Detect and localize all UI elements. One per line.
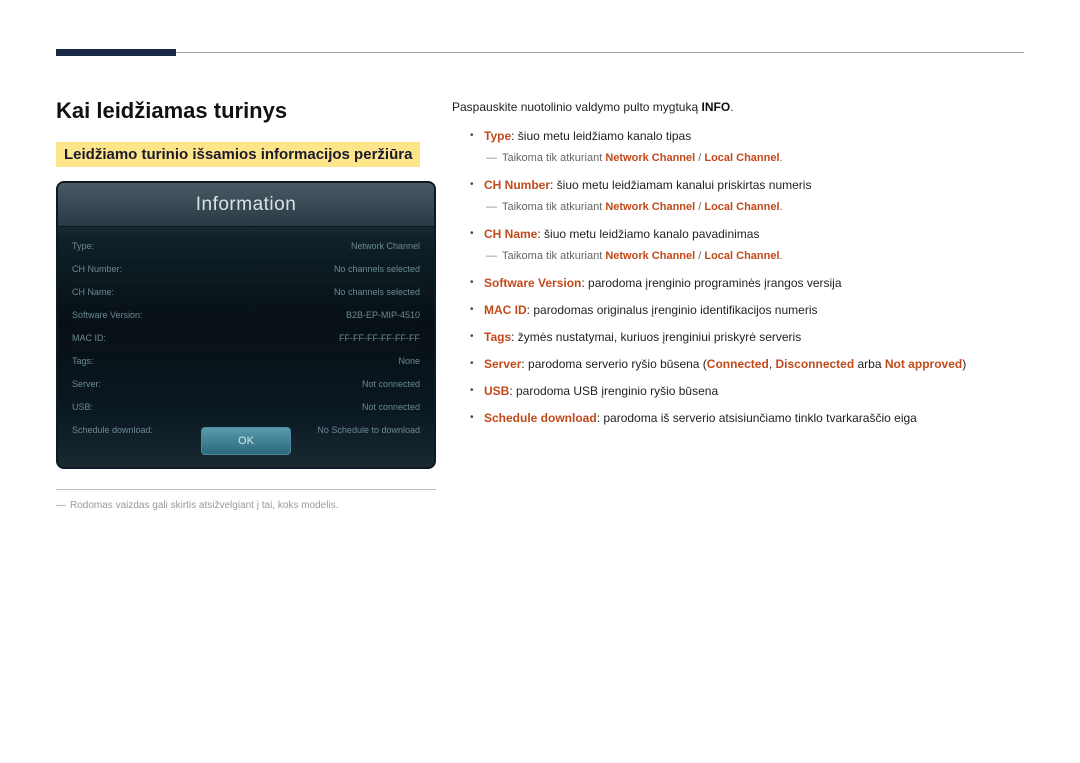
bullet-head: CH Number [484, 178, 550, 192]
bullet-text: : parodoma įrenginio programinės įrangos… [581, 276, 841, 290]
bullet-head: Schedule download [484, 411, 597, 425]
server-state-1: Connected [707, 357, 769, 371]
note-nc: Network Channel [605, 201, 695, 213]
row-value: Not connected [362, 402, 420, 412]
bullet-list: Type: šiuo metu leidžiamo kanalo tipas T… [470, 127, 1020, 428]
bullet-tags: Tags: žymės nustatymai, kuriuos įrengini… [470, 328, 1020, 347]
bullet-text: : šiuo metu leidžiamo kanalo tipas [511, 129, 691, 143]
bullet-chname: CH Name: šiuo metu leidžiamo kanalo pava… [470, 225, 1020, 266]
row-label: CH Name: [72, 287, 114, 297]
header-rule [56, 52, 1024, 53]
info-row-macid: MAC ID: FF-FF-FF-FF-FF-FF [72, 327, 420, 350]
row-label: CH Number: [72, 264, 122, 274]
info-row-tags: Tags: None [72, 350, 420, 373]
note-prefix: Taikoma tik atkuriant [502, 201, 605, 213]
row-value: Network Channel [351, 241, 420, 251]
intro-bold: INFO [701, 100, 730, 114]
bullet-text: : žymės nustatymai, kuriuos įrenginiui p… [511, 330, 801, 344]
note-prefix: Taikoma tik atkuriant [502, 152, 605, 164]
row-label: Software Version: [72, 310, 143, 320]
row-label: MAC ID: [72, 333, 106, 343]
row-label: USB: [72, 402, 93, 412]
server-state-3: Not approved [885, 357, 962, 371]
intro-post: . [730, 100, 733, 114]
bullet-usb: USB: parodoma USB įrenginio ryšio būsena [470, 382, 1020, 401]
sub-note: Taikoma tik atkuriant Network Channel / … [486, 248, 1020, 266]
panel-rows: Type: Network Channel CH Number: No chan… [58, 227, 434, 442]
server-state-2: Disconnected [775, 357, 854, 371]
intro-text: Paspauskite nuotolinio valdymo pulto myg… [452, 98, 1020, 117]
bullet-text: : šiuo metu leidžiamam kanalui priskirta… [550, 178, 811, 192]
row-label: Server: [72, 379, 101, 389]
row-value: Not connected [362, 379, 420, 389]
bullet-text: : parodoma USB įrenginio ryšio būsena [509, 384, 718, 398]
bullet-head: Software Version [484, 276, 581, 290]
bullet-software: Software Version: parodoma įrenginio pro… [470, 274, 1020, 293]
server-sep2: arba [854, 357, 885, 371]
bullet-server: Server: parodoma serverio ryšio būsena (… [470, 355, 1020, 374]
row-value: No Schedule to download [317, 425, 420, 435]
bullet-macid: MAC ID: parodomas originalus įrenginio i… [470, 301, 1020, 320]
ok-button[interactable]: OK [201, 427, 291, 455]
note-sep: / [695, 152, 704, 164]
header-accent-bar [56, 49, 176, 56]
note-nc: Network Channel [605, 250, 695, 262]
information-panel: Information Type: Network Channel CH Num… [56, 181, 436, 469]
bullet-head: MAC ID [484, 303, 527, 317]
note-lc: Local Channel [704, 201, 779, 213]
note-sep: / [695, 201, 704, 213]
note-lc: Local Channel [704, 250, 779, 262]
bullet-chnumber: CH Number: šiuo metu leidžiamam kanalui … [470, 176, 1020, 217]
bullet-head: Server [484, 357, 521, 371]
bullet-text: : šiuo metu leidžiamo kanalo pavadinimas [537, 227, 759, 241]
server-pre: : parodoma serverio ryšio būsena ( [521, 357, 706, 371]
note-suffix: . [780, 250, 783, 262]
note-suffix: . [780, 152, 783, 164]
sub-note: Taikoma tik atkuriant Network Channel / … [486, 199, 1020, 217]
bullet-head: USB [484, 384, 509, 398]
info-row-chnumber: CH Number: No channels selected [72, 258, 420, 281]
row-value: FF-FF-FF-FF-FF-FF [339, 333, 420, 343]
row-value: No channels selected [334, 287, 420, 297]
note-sep: / [695, 250, 704, 262]
row-value: B2B-EP-MIP-4510 [346, 310, 420, 320]
note-suffix: . [780, 201, 783, 213]
row-label: Type: [72, 241, 94, 251]
bullet-head: Tags [484, 330, 511, 344]
row-label: Tags: [72, 356, 94, 366]
bullet-head: Type [484, 129, 511, 143]
page-title: Kai leidžiamas turinys [56, 98, 446, 124]
panel-header: Information [58, 183, 434, 227]
info-row-usb: USB: Not connected [72, 396, 420, 419]
note-lc: Local Channel [704, 152, 779, 164]
row-value: None [398, 356, 420, 366]
sub-note: Taikoma tik atkuriant Network Channel / … [486, 150, 1020, 168]
row-value: No channels selected [334, 264, 420, 274]
info-row-software: Software Version: B2B-EP-MIP-4510 [72, 304, 420, 327]
bullet-text: : parodomas originalus įrenginio identif… [527, 303, 818, 317]
footnote-separator [56, 489, 436, 490]
bullet-head: CH Name [484, 227, 537, 241]
row-label: Schedule download: [72, 425, 153, 435]
bullet-text: : parodoma iš serverio atsisiunčiamo tin… [597, 411, 917, 425]
note-prefix: Taikoma tik atkuriant [502, 250, 605, 262]
bullet-schedule: Schedule download: parodoma iš serverio … [470, 409, 1020, 428]
info-row-chname: CH Name: No channels selected [72, 281, 420, 304]
intro-pre: Paspauskite nuotolinio valdymo pulto myg… [452, 100, 701, 114]
bullet-type: Type: šiuo metu leidžiamo kanalo tipas T… [470, 127, 1020, 168]
footnote-text: Rodomas vaizdas gali skirtis atsižvelgia… [56, 500, 446, 511]
info-row-server: Server: Not connected [72, 373, 420, 396]
info-row-type: Type: Network Channel [72, 235, 420, 258]
server-post: ) [962, 357, 966, 371]
section-heading: Leidžiamo turinio išsamios informacijos … [56, 142, 420, 167]
note-nc: Network Channel [605, 152, 695, 164]
